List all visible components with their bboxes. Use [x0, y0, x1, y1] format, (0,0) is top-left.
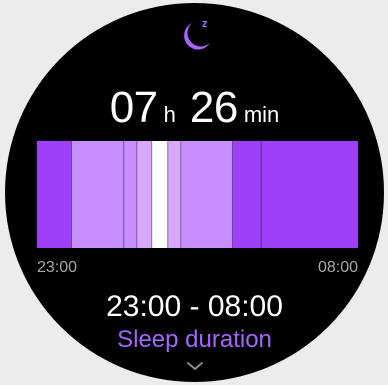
- svg-text:z: z: [202, 18, 208, 30]
- moon-sleep-icon: z: [177, 13, 215, 55]
- sleep-stage-segment-deep: [261, 141, 358, 248]
- sleep-duration-readout: 07 h 26 min: [5, 83, 384, 133]
- sleep-stage-segment-rem: [136, 141, 152, 248]
- watch-face: z 07 h 26 min 23:00 08:00 23:00 - 08:00 Sle…: [5, 3, 384, 382]
- timeline-end-label: 08:00: [317, 259, 358, 276]
- sleep-time-range: 23:00 - 08:00: [106, 290, 283, 323]
- timeline-start-label: 23:00: [37, 259, 78, 276]
- sleep-stage-segment-light: [123, 141, 137, 248]
- sleep-stage-chart-svg: [37, 141, 358, 248]
- sleep-stage-segment-awake: [151, 141, 168, 248]
- sleep-stage-segment-deep: [232, 141, 262, 248]
- sleep-stage-segment-light: [71, 141, 124, 248]
- duration-hours: 07: [109, 83, 158, 132]
- duration-minutes: 26: [189, 83, 238, 132]
- sleep-stage-segment-deep: [37, 141, 72, 248]
- duration-minutes-unit: min: [243, 102, 280, 127]
- sleep-stage-segment-rem: [167, 141, 181, 248]
- sleep-stage-segment-light: [180, 141, 233, 248]
- duration-hours-unit: h: [163, 102, 176, 127]
- chevron-down-icon[interactable]: [185, 359, 205, 373]
- sleep-stage-chart: [37, 141, 358, 248]
- sleep-duration-caption: Sleep duration: [117, 326, 272, 353]
